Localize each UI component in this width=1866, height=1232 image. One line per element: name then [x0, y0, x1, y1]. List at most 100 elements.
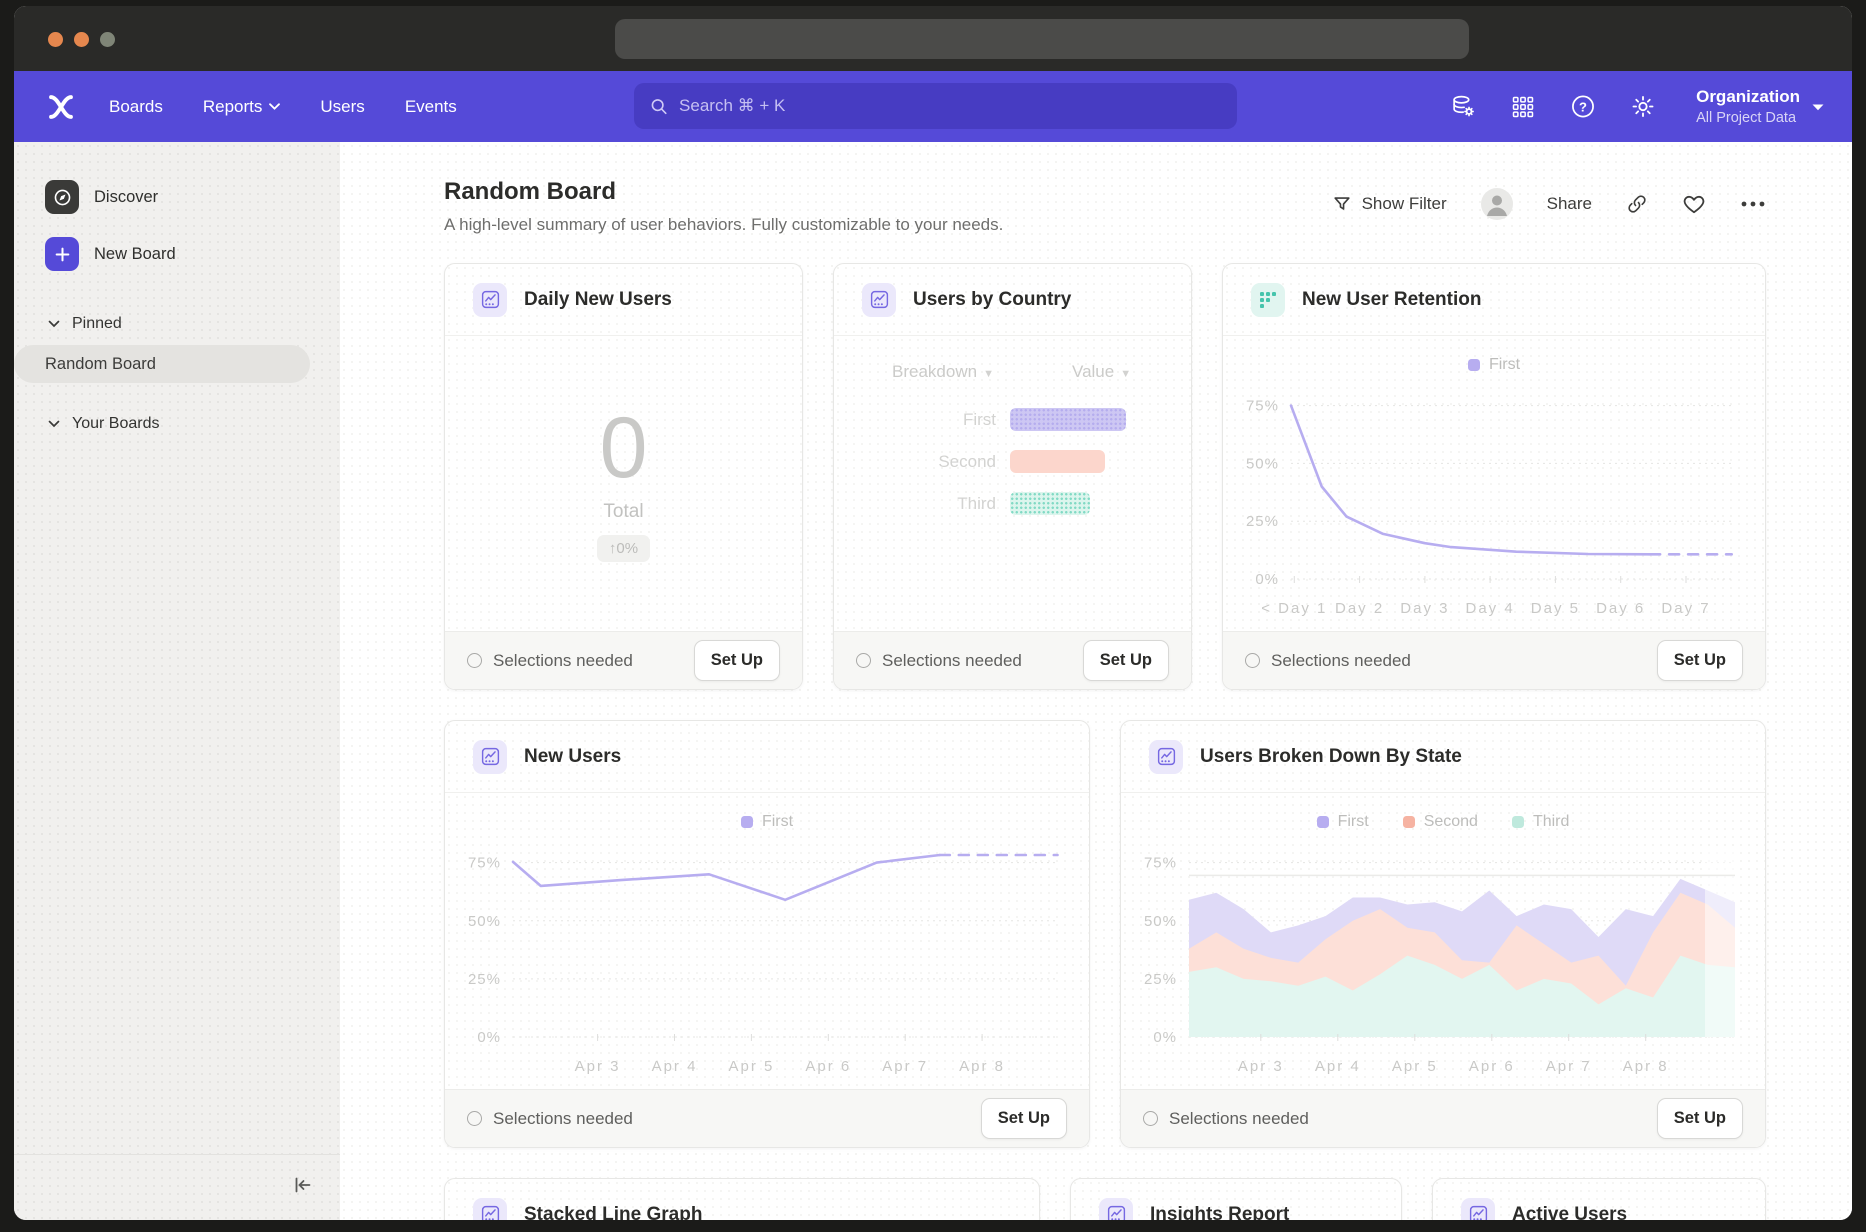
set-up-button[interactable]: Set Up: [1657, 1098, 1743, 1139]
collapse-sidebar-icon[interactable]: [290, 1173, 314, 1202]
show-filter-label: Show Filter: [1362, 194, 1447, 214]
svg-text:Day 4: Day 4: [1466, 600, 1515, 617]
sidebar: Discover New Board Pinned Random Board Y…: [14, 142, 340, 1220]
sidebar-item-discover[interactable]: Discover: [14, 172, 340, 222]
insights-chart-icon: [473, 1198, 507, 1221]
chevron-down-icon: [269, 103, 280, 110]
svg-text:25%: 25%: [468, 971, 501, 988]
bar-label: First: [834, 410, 996, 430]
sidebar-item-new-board[interactable]: New Board: [14, 229, 340, 279]
board-main: Random Board A high-level summary of use…: [340, 142, 1852, 1220]
browser-titlebar: [14, 6, 1852, 71]
traffic-light-close[interactable]: [48, 32, 63, 47]
status-circle-icon: [1245, 653, 1260, 668]
show-filter-button[interactable]: Show Filter: [1332, 194, 1447, 214]
card-insights-report: Insights Report: [1070, 1178, 1402, 1220]
nav-users[interactable]: Users: [320, 97, 364, 117]
insights-chart-icon: [473, 283, 507, 317]
top-navbar: Boards Reports Users Events: [14, 71, 1852, 142]
global-search[interactable]: [634, 83, 1237, 129]
set-up-button[interactable]: Set Up: [1657, 640, 1743, 681]
metric-delta-badge: ↑0%: [597, 535, 650, 562]
svg-text:50%: 50%: [1246, 455, 1279, 472]
bar-third: [1010, 492, 1090, 515]
more-options-icon[interactable]: [1740, 200, 1766, 208]
state-area-chart: 75%50%25%0%Apr 3Apr 4Apr 5Apr 6Apr 7Apr …: [1121, 837, 1765, 1089]
org-switcher[interactable]: Organization All Project Data: [1696, 87, 1824, 126]
card-title: Users by Country: [913, 289, 1071, 311]
bar-first: [1010, 408, 1126, 431]
svg-text:< Day 1: < Day 1: [1261, 600, 1327, 617]
new-users-line-chart: 75%50%25%0%Apr 3Apr 4Apr 5Apr 6Apr 7Apr …: [445, 837, 1089, 1089]
bar-label: Third: [834, 494, 996, 514]
status-text: Selections needed: [1143, 1109, 1309, 1129]
retention-grid-icon: [1251, 283, 1285, 317]
card-new-user-retention: New User Retention First 75%50%25%0%< Da…: [1222, 263, 1766, 690]
card-title: Stacked Line Graph: [524, 1204, 702, 1221]
apps-grid-icon[interactable]: [1510, 94, 1536, 120]
status-text: Selections needed: [467, 1109, 633, 1129]
card-daily-new-users: Daily New Users 0 Total ↑0% Selections n…: [444, 263, 803, 690]
svg-text:0%: 0%: [1255, 571, 1279, 588]
sidebar-section-your-boards[interactable]: Your Boards: [14, 415, 340, 433]
status-circle-icon: [467, 653, 482, 668]
set-up-button[interactable]: Set Up: [694, 640, 780, 681]
status-text: Selections needed: [856, 651, 1022, 671]
status-circle-icon: [467, 1111, 482, 1126]
address-bar[interactable]: [615, 19, 1469, 59]
help-icon[interactable]: ?: [1570, 94, 1596, 120]
share-button[interactable]: Share: [1547, 194, 1592, 214]
avatar[interactable]: [1481, 188, 1513, 220]
set-up-button[interactable]: Set Up: [981, 1098, 1067, 1139]
set-up-button[interactable]: Set Up: [1083, 640, 1169, 681]
nav-boards-label: Boards: [109, 97, 163, 117]
sidebar-section-pinned[interactable]: Pinned: [14, 315, 340, 333]
sidebar-item-label: Discover: [94, 188, 158, 207]
chevron-down-icon: [1812, 103, 1824, 111]
svg-text:Day 6: Day 6: [1596, 600, 1645, 617]
svg-text:50%: 50%: [1144, 913, 1177, 930]
traffic-light-zoom[interactable]: [100, 32, 115, 47]
nav-reports[interactable]: Reports: [203, 97, 281, 117]
page-subtitle: A high-level summary of user behaviors. …: [444, 215, 1003, 235]
board-link-label: Random Board: [45, 355, 156, 374]
nav-reports-label: Reports: [203, 97, 263, 117]
mixpanel-logo-icon[interactable]: [47, 94, 75, 120]
svg-text:0%: 0%: [477, 1029, 501, 1046]
svg-text:Apr 5: Apr 5: [1392, 1058, 1438, 1075]
value-dropdown[interactable]: Value▼: [1072, 362, 1131, 382]
browser-window: Boards Reports Users Events: [14, 6, 1852, 1220]
settings-gear-icon[interactable]: [1630, 94, 1656, 120]
user-icon: [1481, 188, 1513, 220]
bar-label: Second: [834, 452, 996, 472]
compass-icon: [45, 180, 79, 214]
svg-text:Apr 3: Apr 3: [1238, 1058, 1284, 1075]
favorite-heart-icon[interactable]: [1682, 192, 1706, 216]
svg-text:Apr 7: Apr 7: [1546, 1058, 1592, 1075]
card-active-users: Active Users: [1432, 1178, 1766, 1220]
bar-row: Third: [834, 492, 1191, 515]
copy-link-icon[interactable]: [1626, 193, 1648, 215]
card-users-by-state: Users Broken Down By State FirstSecondTh…: [1120, 720, 1766, 1148]
nav-boards[interactable]: Boards: [109, 97, 163, 117]
traffic-light-minimize[interactable]: [74, 32, 89, 47]
sidebar-item-label: New Board: [94, 245, 176, 264]
sidebar-item-random-board[interactable]: Random Board: [14, 345, 310, 383]
card-title: Insights Report: [1150, 1204, 1289, 1221]
breakdown-dropdown[interactable]: Breakdown▼: [892, 362, 994, 382]
search-input[interactable]: [679, 96, 1221, 116]
svg-text:Day 5: Day 5: [1531, 600, 1580, 617]
status-text: Selections needed: [467, 651, 633, 671]
org-project: All Project Data: [1696, 110, 1800, 126]
chevron-down-icon: [48, 420, 60, 428]
page-title: Random Board: [444, 178, 1003, 206]
chevron-down-icon: [48, 320, 60, 328]
data-management-icon[interactable]: [1450, 94, 1476, 120]
svg-text:Apr 4: Apr 4: [1315, 1058, 1361, 1075]
svg-text:Apr 6: Apr 6: [1469, 1058, 1515, 1075]
section-label: Your Boards: [72, 415, 159, 433]
svg-text:Apr 7: Apr 7: [882, 1058, 928, 1075]
nav-events[interactable]: Events: [405, 97, 457, 117]
insights-chart-icon: [1099, 1198, 1133, 1221]
status-circle-icon: [1143, 1111, 1158, 1126]
